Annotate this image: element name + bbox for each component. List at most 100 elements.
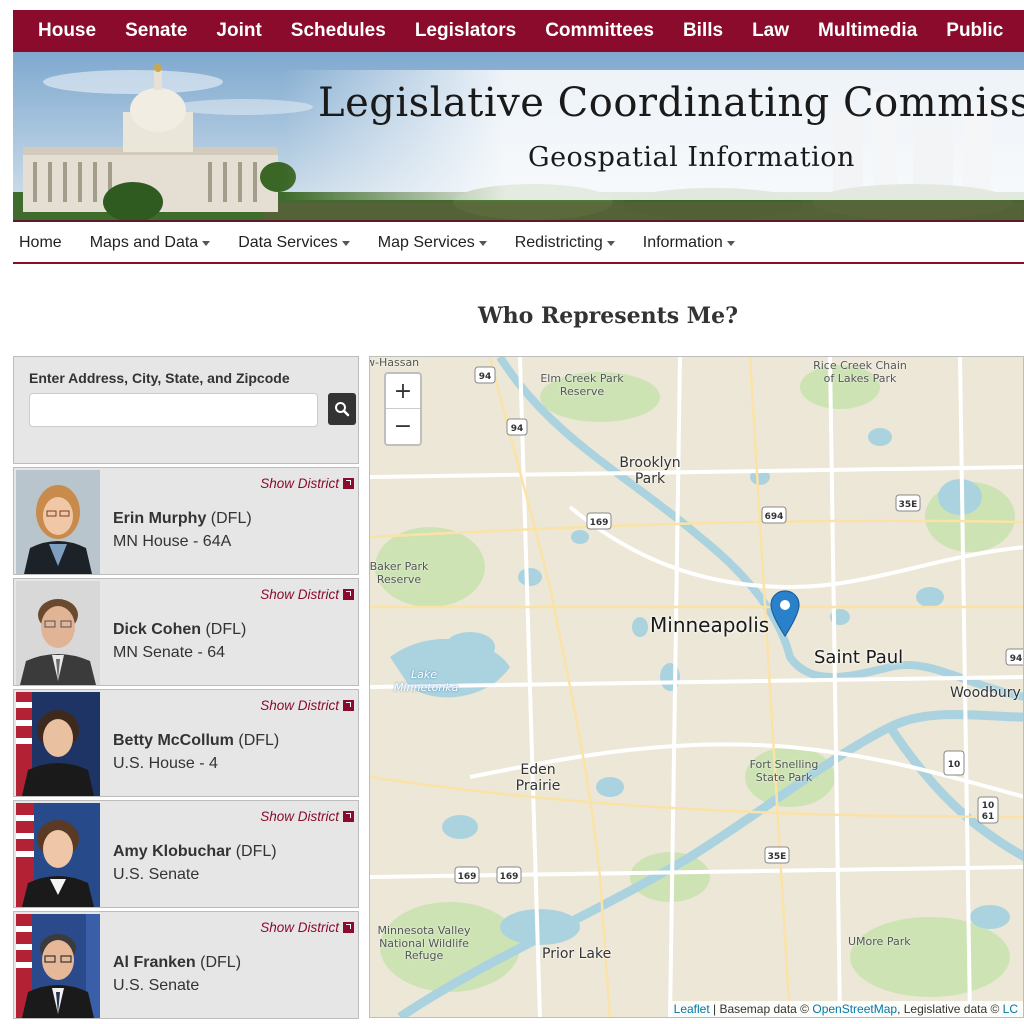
search-icon xyxy=(335,402,350,417)
external-link-icon xyxy=(343,589,354,600)
top-nav: House Senate Joint Schedules Legislators… xyxy=(13,10,1024,52)
show-district-link[interactable]: Show District xyxy=(260,476,354,491)
page-title: Who Represents Me? xyxy=(477,303,739,329)
legislator-district: MN Senate - 64 xyxy=(113,644,226,661)
location-marker-icon[interactable] xyxy=(770,590,800,638)
top-nav-law[interactable]: Law xyxy=(752,20,789,42)
map-label-eden-prairie: Eden Prairie xyxy=(515,762,561,795)
top-nav-bills[interactable]: Bills xyxy=(683,20,723,42)
svg-text:61: 61 xyxy=(982,812,995,822)
legislator-district: U.S. Senate xyxy=(113,977,200,994)
legislator-name-text: Al Franken xyxy=(113,954,196,971)
caret-down-icon xyxy=(341,240,350,246)
legislator-photo xyxy=(16,914,100,1018)
attribution-sep: | Basemap data © xyxy=(709,1002,813,1016)
secondary-nav: Home Maps and Data Data Services Map Ser… xyxy=(13,224,1024,264)
top-nav-multimedia[interactable]: Multimedia xyxy=(818,20,917,42)
legislator-party: (DFL) xyxy=(210,510,252,527)
legislator-party: (DFL) xyxy=(235,843,277,860)
legislator-party: (DFL) xyxy=(200,954,242,971)
caret-down-icon xyxy=(726,240,735,246)
caret-down-icon xyxy=(478,240,487,246)
external-link-icon xyxy=(343,700,354,711)
legislator-card: Show District Erin Murphy (DFL) MN House… xyxy=(13,467,359,575)
nav-maps-and-data[interactable]: Maps and Data xyxy=(90,234,211,252)
map-label-mn-valley: Minnesota Valley National Wildlife Refug… xyxy=(377,924,471,963)
legislator-name: Erin Murphy (DFL) xyxy=(113,510,252,528)
map-label-lake-minnetonka: Lake Minnetonka xyxy=(394,668,459,694)
zoom-in-button[interactable]: + xyxy=(386,374,420,409)
external-link-icon xyxy=(343,811,354,822)
map-label-saint-paul: Saint Paul xyxy=(814,647,904,668)
nav-home-label: Home xyxy=(19,234,62,251)
svg-text:10: 10 xyxy=(948,760,961,770)
map-label-rice-creek: Rice Creek Chain of Lakes Park xyxy=(813,359,907,385)
legislator-photo xyxy=(16,470,100,574)
attribution-legis: , Legislative data © xyxy=(897,1002,1003,1016)
show-district-link[interactable]: Show District xyxy=(260,920,354,935)
map-label-brooklyn-park: Brooklyn Park xyxy=(619,455,681,488)
map-label-fort-snelling: Fort Snelling State Park xyxy=(749,758,819,784)
svg-text:169: 169 xyxy=(500,872,519,882)
nav-home[interactable]: Home xyxy=(19,234,62,252)
legislator-district: MN House - 64A xyxy=(113,533,232,550)
map-attribution: Leaflet | Basemap data © OpenStreetMap, … xyxy=(668,1001,1023,1017)
district-map[interactable]: 94 94 169 694 35E 169 169 35E 10 10 61 94… xyxy=(369,356,1024,1018)
address-search-panel: Enter Address, City, State, and Zipcode xyxy=(13,356,359,464)
capitol-banner-image xyxy=(13,52,1024,220)
show-district-link[interactable]: Show District xyxy=(260,587,354,602)
legislator-name: Al Franken (DFL) xyxy=(113,954,241,972)
show-district-label: Show District xyxy=(260,698,339,713)
nav-redistricting[interactable]: Redistricting xyxy=(515,234,615,252)
map-label-woodbury: Woodbury xyxy=(950,685,1021,701)
nav-redistricting-label: Redistricting xyxy=(514,234,603,251)
nav-map-services-label: Map Services xyxy=(377,234,475,251)
search-button[interactable] xyxy=(328,393,356,425)
top-nav-public[interactable]: Public xyxy=(946,20,1003,42)
legislator-card: Show District Dick Cohen (DFL) MN Senate… xyxy=(13,578,359,686)
top-nav-committees[interactable]: Committees xyxy=(545,20,654,42)
legislator-card: Show District Betty McCollum (DFL) U.S. … xyxy=(13,689,359,797)
lcc-link[interactable]: LC xyxy=(1003,1002,1018,1016)
legislator-name: Betty McCollum (DFL) xyxy=(113,732,279,750)
site-banner: Legislative Coordinating Commiss Geospat… xyxy=(13,52,1024,222)
show-district-link[interactable]: Show District xyxy=(260,809,354,824)
zoom-out-button[interactable]: − xyxy=(386,409,420,444)
map-label-minneapolis: Minneapolis xyxy=(650,613,770,637)
map-label-umore-park: UMore Park xyxy=(848,935,911,948)
banner-title: Legislative Coordinating Commiss xyxy=(318,80,1024,126)
svg-text:35E: 35E xyxy=(899,500,918,510)
address-search-label: Enter Address, City, State, and Zipcode xyxy=(29,370,290,386)
nav-map-services[interactable]: Map Services xyxy=(378,234,487,252)
legislator-card: Show District Amy Klobuchar (DFL) U.S. S… xyxy=(13,800,359,908)
leaflet-link[interactable]: Leaflet xyxy=(674,1002,710,1016)
svg-text:169: 169 xyxy=(458,872,477,882)
banner-subtitle: Geospatial Information xyxy=(528,142,855,173)
address-search-input[interactable] xyxy=(29,393,318,427)
nav-data-services[interactable]: Data Services xyxy=(238,234,350,252)
legislator-name-text: Erin Murphy xyxy=(113,510,207,527)
caret-down-icon xyxy=(606,240,615,246)
top-nav-senate[interactable]: Senate xyxy=(125,20,187,42)
nav-information[interactable]: Information xyxy=(643,234,735,252)
top-nav-legislators[interactable]: Legislators xyxy=(415,20,516,42)
legislator-photo xyxy=(16,692,100,796)
legislator-name-text: Amy Klobuchar xyxy=(113,843,232,860)
zoom-control: + − xyxy=(384,372,422,446)
external-link-icon xyxy=(343,922,354,933)
top-nav-schedules[interactable]: Schedules xyxy=(291,20,386,42)
map-label-baker-park: Baker Park Reserve xyxy=(369,560,429,586)
nav-data-services-label: Data Services xyxy=(238,234,338,251)
external-link-icon xyxy=(343,478,354,489)
osm-link[interactable]: OpenStreetMap xyxy=(812,1002,897,1016)
legislator-party: (DFL) xyxy=(205,621,247,638)
legislator-photo xyxy=(16,581,100,685)
top-nav-joint[interactable]: Joint xyxy=(216,20,261,42)
legislator-party: (DFL) xyxy=(238,732,280,749)
legislator-card: Show District Al Franken (DFL) U.S. Sena… xyxy=(13,911,359,1019)
legislator-district: U.S. House - 4 xyxy=(113,755,218,772)
basemap: 94 94 169 694 35E 169 169 35E 10 1061 94 xyxy=(370,357,1023,1017)
show-district-link[interactable]: Show District xyxy=(260,698,354,713)
legislator-name-text: Dick Cohen xyxy=(113,621,202,638)
top-nav-house[interactable]: House xyxy=(38,20,96,42)
